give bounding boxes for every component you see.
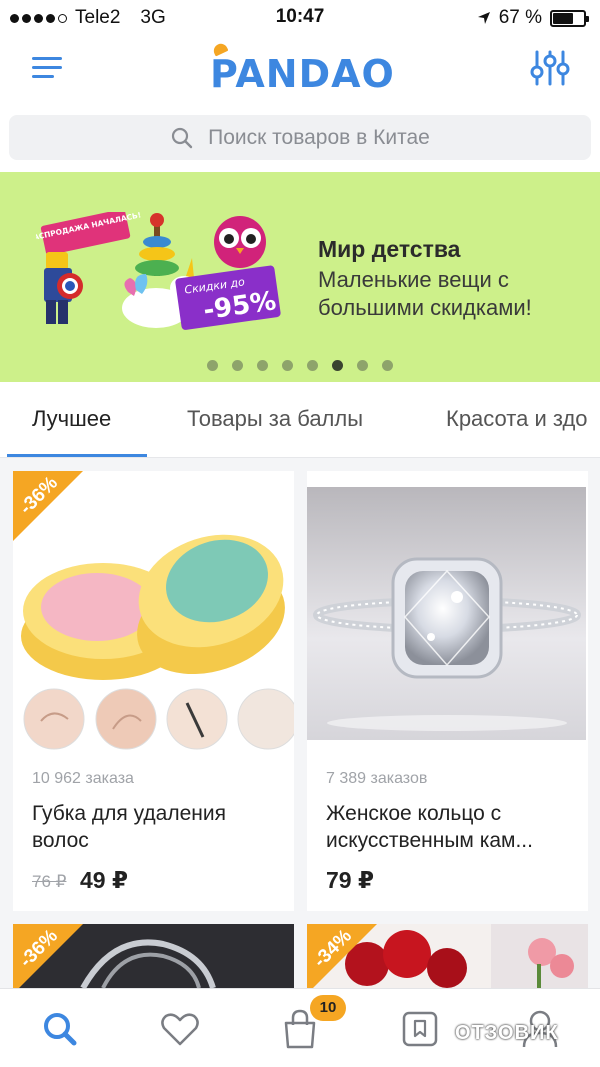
category-tabs: Лучшее Товары за баллы Красота и здо [0, 382, 600, 458]
pagination-dot[interactable] [382, 360, 393, 371]
app-header: PANDAO [0, 34, 600, 110]
search-bar-container: Поиск товаров в Китае [0, 110, 600, 172]
product-image [307, 487, 586, 740]
promo-banner[interactable]: РАСПРОДАЖА НАЧАЛАСЬ! Скидки до -95% Мир … [0, 172, 600, 382]
otzovik-watermark: ОТЗОВИК [455, 1022, 559, 1044]
status-bar: Tele2 3G 10:47 67 % [0, 0, 600, 34]
location-arrow-icon [477, 12, 490, 24]
battery-percent: 67 % [498, 7, 542, 28]
pagination-dot[interactable] [332, 360, 343, 371]
heart-icon [161, 1013, 199, 1046]
pandao-logo: PANDAO [210, 41, 394, 102]
product-card[interactable]: -34% [307, 924, 588, 988]
logo-text: PANDAO [210, 52, 395, 96]
pagination-dot[interactable] [282, 360, 293, 371]
tab-points-goods[interactable]: Товары за баллы [187, 406, 363, 432]
search-icon [44, 1013, 77, 1046]
battery-info: 67 % [477, 7, 589, 29]
nav-favorites[interactable] [158, 1007, 202, 1051]
product-title: Женское кольцо с искусственным кам... [326, 802, 533, 852]
pagination-dot[interactable] [232, 360, 243, 371]
order-count: 10 962 заказа [32, 770, 134, 787]
product-card[interactable]: -36% 10 962 заказа Губка для удаления во… [13, 471, 294, 911]
nav-search[interactable] [38, 1007, 82, 1051]
tab-best[interactable]: Лучшее [32, 406, 111, 432]
current-price: 49 ₽ [80, 867, 128, 893]
banner-title: Мир детства [318, 236, 461, 262]
active-tab-indicator [7, 454, 147, 457]
pagination-dot[interactable] [257, 360, 268, 371]
current-price: 79 ₽ [326, 867, 374, 893]
hamburger-menu-icon [32, 57, 62, 78]
banner-subtitle: Маленькие вещи с большими скидками! [318, 267, 532, 320]
pagination-dot[interactable] [207, 360, 218, 371]
cart-count-badge: 10 [310, 995, 346, 1021]
filter-button[interactable] [528, 48, 572, 88]
pagination-dot[interactable] [357, 360, 368, 371]
product-title: Губка для удаления волос [32, 802, 226, 852]
search-icon [172, 127, 193, 148]
banner-pagination[interactable] [0, 360, 600, 371]
battery-icon [550, 9, 589, 27]
banner-toys-image: РАСПРОДАЖА НАЧАЛАСЬ! Скидки до -95% [36, 212, 281, 330]
search-placeholder: Поиск товаров в Китае [208, 125, 430, 149]
order-count: 7 389 заказов [326, 770, 428, 787]
old-price: 76 ₽ [32, 872, 67, 891]
bookmark-icon [402, 1011, 438, 1047]
tab-beauty-health[interactable]: Красота и здо [446, 406, 588, 432]
menu-button[interactable] [32, 54, 66, 84]
product-card[interactable]: -36% [13, 924, 294, 988]
sliders-filter-icon [530, 50, 570, 86]
product-card[interactable]: 7 389 заказов Женское кольцо с искусстве… [307, 471, 588, 911]
nav-bookmarks[interactable] [398, 1007, 442, 1051]
pagination-dot[interactable] [307, 360, 318, 371]
search-input[interactable]: Поиск товаров в Китае [9, 115, 591, 160]
